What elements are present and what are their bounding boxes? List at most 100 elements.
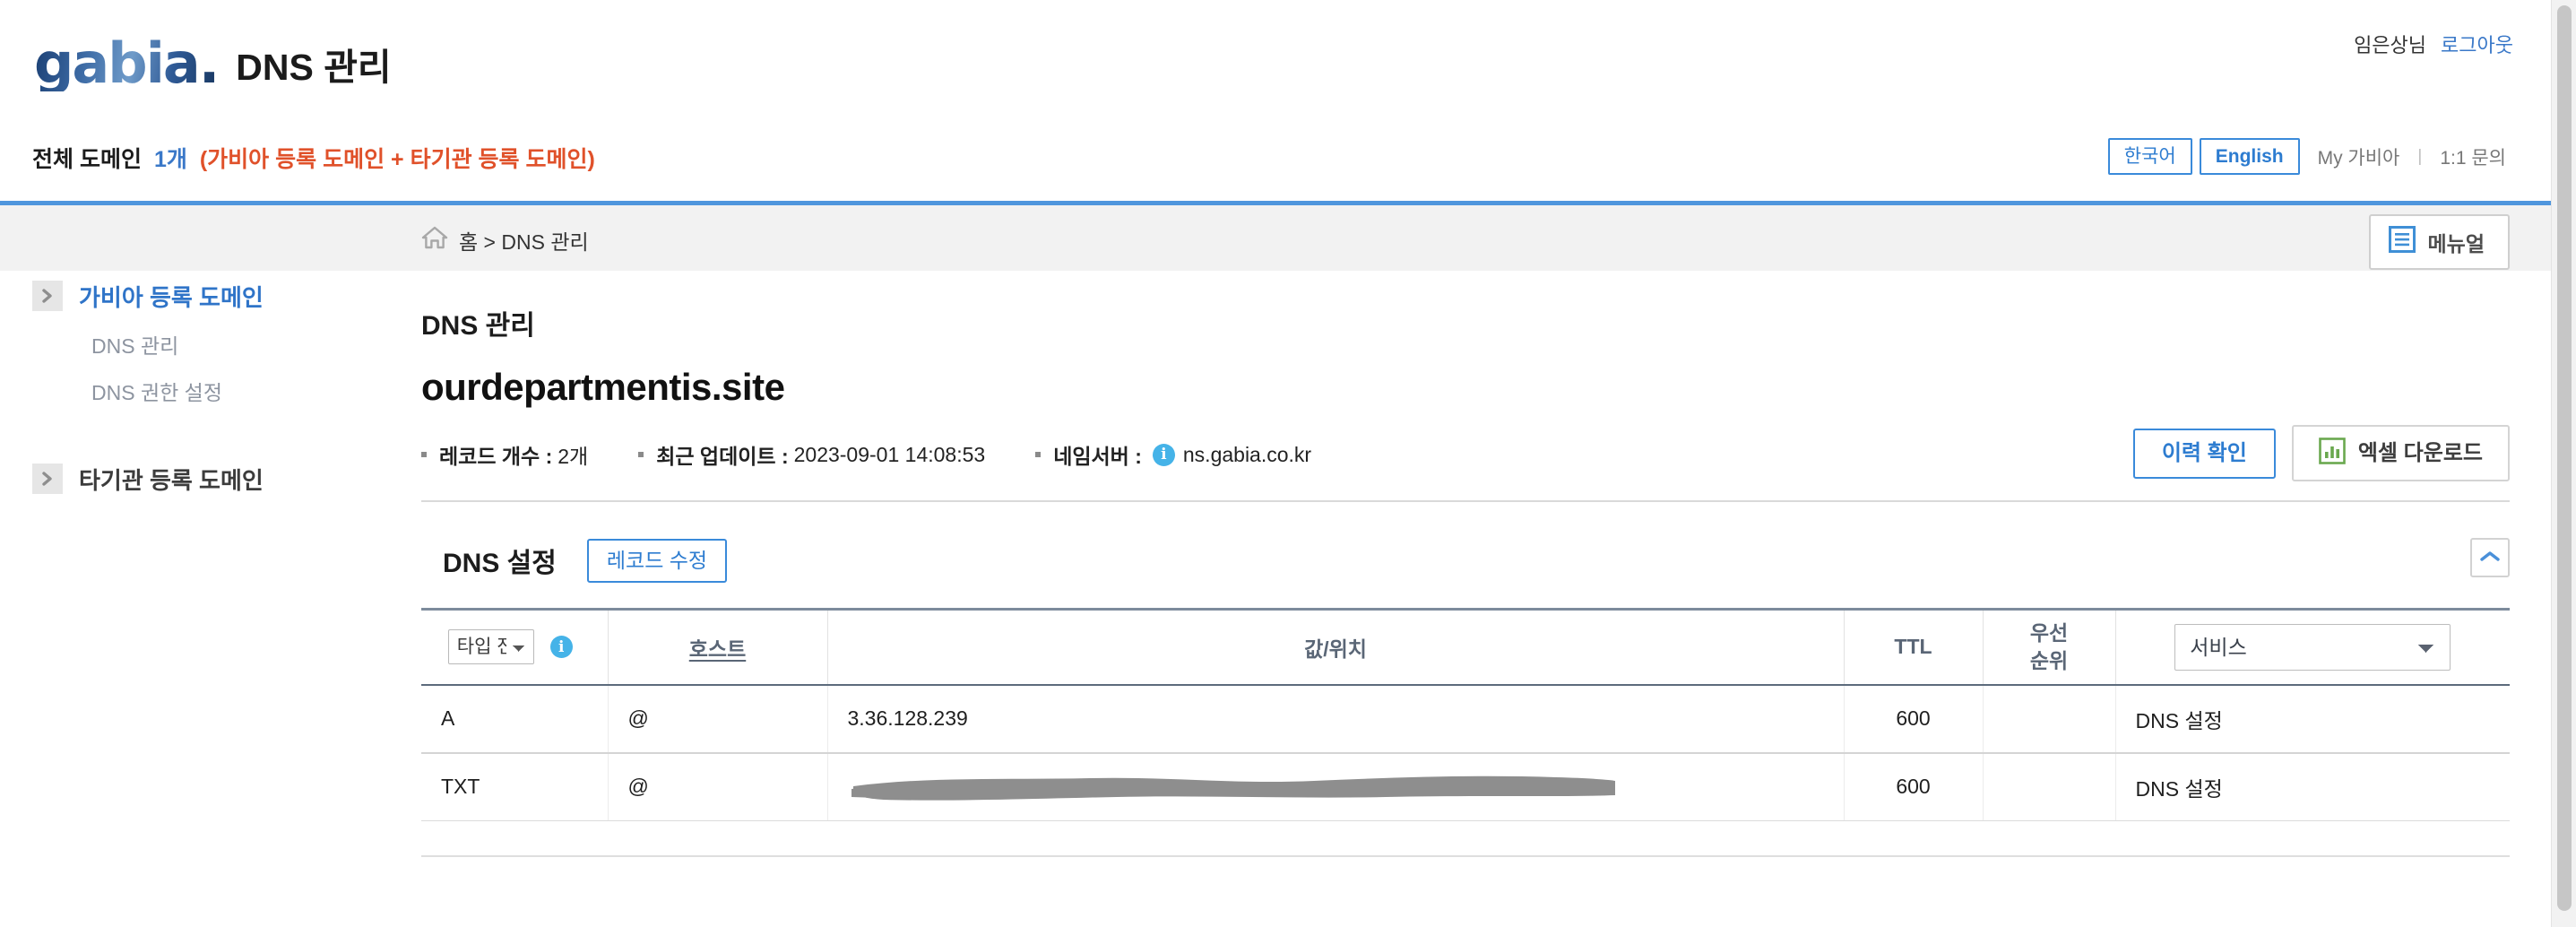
info-icon[interactable]: i <box>549 636 573 659</box>
summary-label: 전체 도메인 <box>32 147 142 172</box>
domain-meta-row: 레코드 개수 : 2개 최근 업데이트 : 2023-09-01 14:08:5… <box>421 425 2510 481</box>
domain-action-buttons: 이력 확인 엑셀 다운로드 <box>2132 425 2510 481</box>
cell-value <box>826 752 1844 821</box>
cell-type: A <box>421 684 608 754</box>
cell-host: @ <box>607 752 827 821</box>
vertical-scrollbar[interactable] <box>2551 0 2576 927</box>
column-header-host: 호스트 <box>607 608 827 686</box>
page-viewport: gabia. DNS 관리 임은상님 로그아웃 전체 도메인 1개 (가비아 등… <box>0 0 2551 927</box>
header-page-title: DNS 관리 <box>236 47 392 88</box>
cell-service: DNS 설정 <box>2114 684 2510 754</box>
history-button[interactable]: 이력 확인 <box>2132 428 2276 479</box>
sidebar-subitem-label: DNS 권한 설정 <box>91 381 222 404</box>
cell-value: 3.36.128.239 <box>826 684 1844 754</box>
excel-chart-icon <box>2319 438 2346 469</box>
info-icon[interactable]: i <box>1152 443 1175 466</box>
column-header-ttl: TTL <box>1843 608 1983 686</box>
cell-ttl: 600 <box>1843 752 1983 821</box>
column-header-priority: 우선 순위 <box>1982 608 2115 686</box>
column-header-service: 서비스 <box>2114 608 2510 686</box>
home-icon <box>421 225 448 256</box>
column-header-priority-line2: 순위 <box>2029 648 2069 672</box>
sidebar-item-other-registered-domain[interactable]: 타기관 등록 도메인 <box>0 454 421 504</box>
table-head: 타입 전체 i 호스트 값/위치 TTL 우선 순위 서비스 <box>421 608 2510 686</box>
sidebar-subitem-label: DNS 관리 <box>91 334 179 358</box>
page-title: DNS 관리 <box>421 311 535 341</box>
breadcrumb-text: 홈 > DNS 관리 <box>459 230 589 254</box>
summary-note: (가비아 등록 도메인 + 타기관 등록 도메인) <box>199 147 595 172</box>
meta-last-updated-label: 최근 업데이트 : <box>656 445 789 468</box>
logout-link[interactable]: 로그아웃 <box>2441 30 2513 58</box>
dns-records-table-wrapper: 타입 전체 i 호스트 값/위치 TTL 우선 순위 서비스 A @ 3.36.… <box>421 608 2510 821</box>
cell-priority <box>1982 684 2115 754</box>
domain-summary-bar: 전체 도메인 1개 (가비아 등록 도메인 + 타기관 등록 도메인) 한국어 … <box>0 126 2551 195</box>
manual-button[interactable]: 메뉴얼 <box>2368 214 2510 270</box>
type-filter-select[interactable]: 타입 전체 <box>447 629 534 665</box>
section-title: DNS 설정 <box>443 549 557 578</box>
main-content: DNS 관리 ourdepartmentis.site 레코드 개수 : 2개 … <box>421 271 2551 927</box>
service-filter-select[interactable]: 서비스 <box>2174 623 2451 671</box>
chevron-right-icon <box>32 464 63 494</box>
edit-record-button[interactable]: 레코드 수정 <box>586 538 728 583</box>
language-button-english[interactable]: English <box>2199 138 2300 175</box>
app-window: gabia. DNS 관리 임은상님 로그아웃 전체 도메인 1개 (가비아 등… <box>0 0 2576 927</box>
top-header: gabia. DNS 관리 임은상님 로그아웃 <box>0 0 2551 126</box>
chevron-right-icon <box>32 281 63 311</box>
account-area: 임은상님 로그아웃 <box>2354 30 2513 58</box>
table-bottom-divider <box>421 855 2510 857</box>
brand-area: gabia. DNS 관리 <box>34 36 392 91</box>
column-header-priority-lines: 우선 순위 <box>1984 619 2115 675</box>
collapse-section-button[interactable] <box>2470 538 2510 577</box>
sidebar-item-gabia-registered-domain[interactable]: 가비아 등록 도메인 <box>0 271 421 321</box>
cell-type: TXT <box>421 752 608 821</box>
column-header-value: 값/위치 <box>826 608 1844 686</box>
meta-nameserver: 네임서버 : i ns.gabia.co.kr <box>1035 439 1311 470</box>
meta-record-count-label: 레코드 개수 : <box>439 445 553 468</box>
cell-service: DNS 설정 <box>2114 752 2510 821</box>
type-filter-group: 타입 전체 i <box>421 629 608 665</box>
column-header-priority-line1: 우선 <box>2029 620 2069 645</box>
utility-nav: 한국어 English My 가비아 | 1:1 문의 <box>2107 138 2524 175</box>
sidebar: 가비아 등록 도메인 DNS 관리 DNS 권한 설정 타기관 등록 도메인 <box>0 271 421 927</box>
section-divider <box>421 500 2510 502</box>
excel-download-button[interactable]: 엑셀 다운로드 <box>2291 425 2510 481</box>
table-header-row: 타입 전체 i 호스트 값/위치 TTL 우선 순위 서비스 <box>421 608 2510 686</box>
my-gabia-link[interactable]: My 가비아 <box>2300 143 2418 170</box>
meta-nameserver-label: 네임서버 : <box>1053 445 1142 468</box>
redacted-value-mark <box>848 775 1615 801</box>
column-header-host-label: 호스트 <box>688 637 747 661</box>
breadcrumb-bar: 홈 > DNS 관리 메뉴얼 <box>0 205 2551 271</box>
meta-last-updated: 최근 업데이트 : 2023-09-01 14:08:53 <box>638 439 985 470</box>
column-header-type: 타입 전체 i <box>421 608 608 686</box>
manual-label: 메뉴얼 <box>2427 232 2485 256</box>
excel-download-label: 엑셀 다운로드 <box>2357 440 2483 465</box>
meta-record-count: 레코드 개수 : 2개 <box>421 439 588 470</box>
table-row[interactable]: TXT @ 600 DNS 설정 <box>421 752 2510 821</box>
main-inner: DNS 관리 ourdepartmentis.site 레코드 개수 : 2개 … <box>421 271 2551 857</box>
meta-record-count-value: 2개 <box>558 445 589 468</box>
breadcrumb: 홈 > DNS 관리 <box>421 225 589 256</box>
gabia-logo[interactable]: gabia. <box>34 36 220 91</box>
sidebar-item-label: 타기관 등록 도메인 <box>79 466 264 494</box>
cell-host: @ <box>607 684 827 754</box>
summary-count: 1개 <box>153 147 187 172</box>
inquiry-link[interactable]: 1:1 문의 <box>2422 143 2524 170</box>
cell-priority <box>1982 752 2115 821</box>
domain-summary-text: 전체 도메인 1개 (가비아 등록 도메인 + 타기관 등록 도메인) <box>32 142 595 174</box>
cell-ttl: 600 <box>1843 684 1983 754</box>
language-button-korean[interactable]: 한국어 <box>2107 138 2192 175</box>
domain-name: ourdepartmentis.site <box>421 366 785 408</box>
dns-settings-header: DNS 설정 레코드 수정 <box>421 533 2510 588</box>
sidebar-item-dns-permission-settings[interactable]: DNS 권한 설정 <box>0 368 421 414</box>
meta-nameserver-value: ns.gabia.co.kr <box>1182 442 1312 466</box>
table-row[interactable]: A @ 3.36.128.239 600 DNS 설정 <box>421 684 2510 754</box>
sidebar-group-gabia-domains: 가비아 등록 도메인 DNS 관리 DNS 권한 설정 <box>0 271 421 414</box>
meta-last-updated-value: 2023-09-01 14:08:53 <box>793 442 986 466</box>
column-header-ttl-label: TTL <box>1894 635 1932 659</box>
scrollbar-thumb[interactable] <box>2557 5 2572 911</box>
user-name: 임은상님 <box>2354 34 2427 56</box>
chevron-up-icon <box>2479 550 2501 567</box>
sidebar-item-dns-management[interactable]: DNS 관리 <box>0 321 421 368</box>
table-body: A @ 3.36.128.239 600 DNS 설정 TXT @ 600 DN… <box>421 684 2510 821</box>
dns-records-table: 타입 전체 i 호스트 값/위치 TTL 우선 순위 서비스 A @ 3.36.… <box>421 608 2510 821</box>
